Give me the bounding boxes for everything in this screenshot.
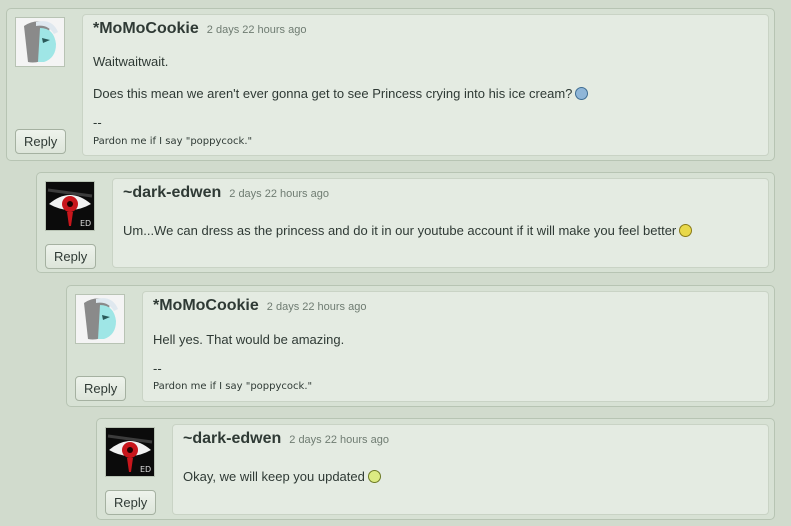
grin-emoticon-icon: [367, 470, 381, 483]
smile-emoticon-icon: [679, 224, 693, 237]
comment-text-line: Okay, we will keep you updated: [183, 469, 381, 484]
momocookie-avatar[interactable]: [15, 17, 65, 67]
comment-2: ED Reply ~dark-edwen 2 days 22 hours ago …: [36, 172, 775, 273]
comment-text-line: Um...We can dress as the princess and do…: [123, 223, 693, 238]
dark-edwen-avatar[interactable]: ED: [105, 427, 155, 477]
comment-4: ED Reply ~dark-edwen 2 days 22 hours ago …: [96, 418, 775, 520]
avatar-ed-text: ED: [140, 465, 151, 474]
comment-3: Reply *MoMoCookie 2 days 22 hours ago Hel…: [66, 285, 775, 407]
avatar-ed-text: ED: [80, 219, 91, 228]
momocookie-avatar[interactable]: [75, 294, 125, 344]
comment-body: ~dark-edwen 2 days 22 hours ago Okay, we …: [172, 424, 769, 515]
anime-girl-avatar-icon: [16, 18, 64, 66]
comment-body: ~dark-edwen 2 days 22 hours ago Um...We c…: [112, 178, 769, 268]
comment-text: Waitwaitwait.: [93, 54, 169, 69]
reply-button[interactable]: Reply: [105, 490, 157, 515]
comment-header: ~dark-edwen 2 days 22 hours ago: [123, 184, 329, 202]
comment-text: Okay, we will keep you updated: [183, 469, 365, 484]
comment-body: *MoMoCookie 2 days 22 hours ago Waitwaitw…: [82, 14, 769, 156]
red-eye-avatar-icon: ED: [46, 182, 94, 230]
username-link[interactable]: *MoMoCookie: [153, 297, 259, 314]
anime-girl-avatar-icon: [76, 295, 124, 343]
timestamp-link[interactable]: 2 days 22 hours ago: [207, 24, 307, 36]
comment-header: *MoMoCookie 2 days 22 hours ago: [153, 297, 366, 315]
sad-face-emoticon-icon: [575, 87, 589, 100]
comment-header: ~dark-edwen 2 days 22 hours ago: [183, 430, 389, 448]
dark-edwen-avatar[interactable]: ED: [45, 181, 95, 231]
signature: Pardon me if I say "poppycock.": [153, 381, 313, 392]
comment-text: Hell yes. That would be amazing.: [153, 332, 345, 347]
timestamp-link[interactable]: 2 days 22 hours ago: [289, 434, 389, 446]
reply-button[interactable]: Reply: [15, 129, 67, 154]
signature: Pardon me if I say "poppycock.": [93, 136, 253, 147]
reply-button[interactable]: Reply: [45, 244, 97, 269]
comment-text: Um...We can dress as the princess and do…: [123, 223, 677, 238]
signature-separator: --: [93, 115, 102, 130]
signature-separator: --: [153, 361, 162, 376]
username-link[interactable]: ~dark-edwen: [123, 184, 221, 201]
username-link[interactable]: *MoMoCookie: [93, 20, 199, 37]
username-link[interactable]: ~dark-edwen: [183, 430, 281, 447]
red-eye-avatar-icon: ED: [106, 428, 154, 476]
comment-text-line: Does this mean we aren't ever gonna get …: [93, 86, 589, 101]
timestamp-link[interactable]: 2 days 22 hours ago: [229, 188, 329, 200]
comment-header: *MoMoCookie 2 days 22 hours ago: [93, 20, 306, 38]
reply-button[interactable]: Reply: [75, 376, 127, 401]
comment-body: *MoMoCookie 2 days 22 hours ago Hell yes.…: [142, 291, 769, 402]
comment-1: Reply *MoMoCookie 2 days 22 hours ago Wai…: [6, 8, 775, 161]
comment-text: Does this mean we aren't ever gonna get …: [93, 86, 573, 101]
timestamp-link[interactable]: 2 days 22 hours ago: [267, 301, 367, 313]
